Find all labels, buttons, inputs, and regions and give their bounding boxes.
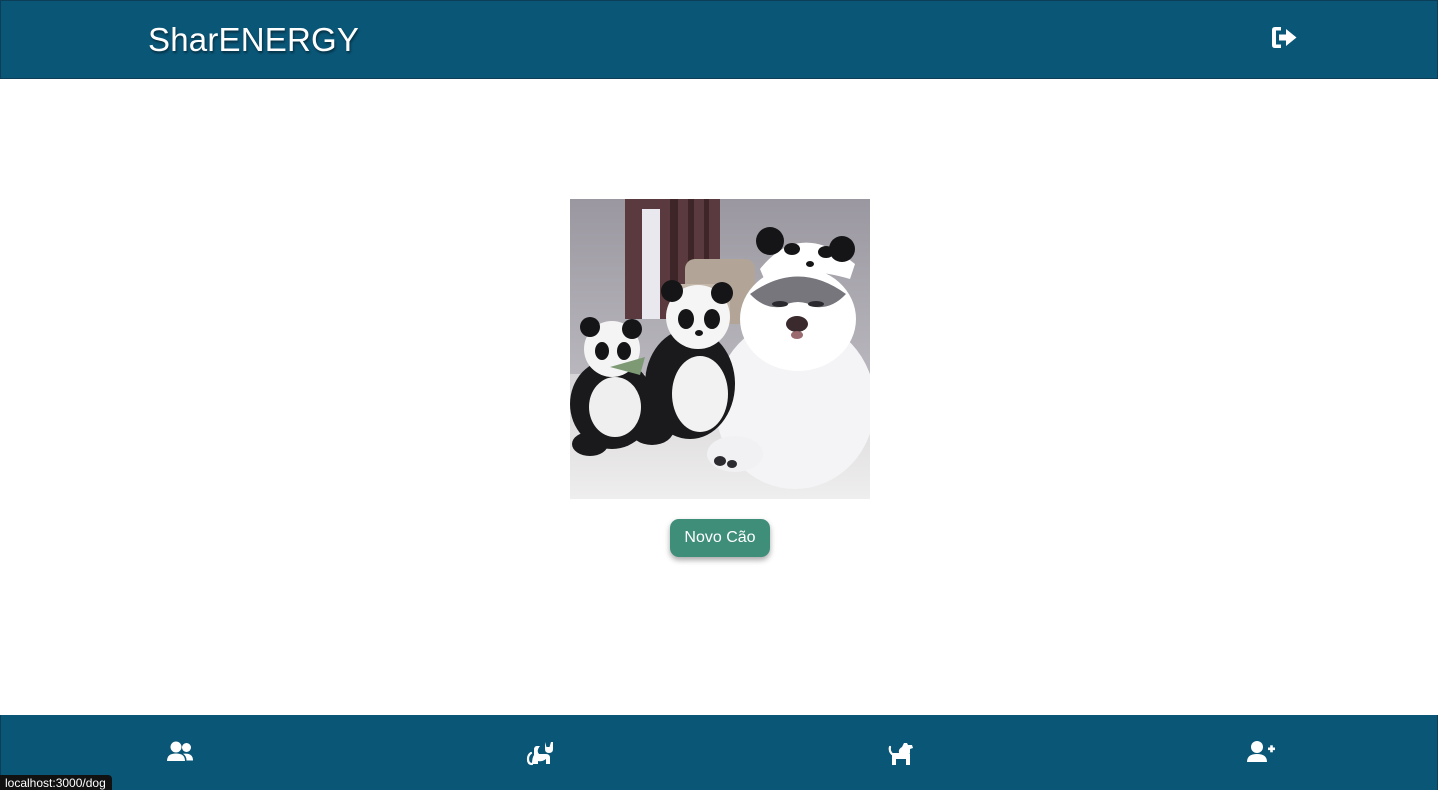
dog-icon[interactable] (887, 739, 917, 767)
main-content: Novo Cão (0, 79, 1438, 715)
app-title: SharENERGY (148, 21, 360, 58)
cat-icon[interactable] (526, 739, 556, 767)
users-icon[interactable] (166, 739, 196, 767)
user-plus-icon[interactable] (1246, 739, 1276, 767)
new-dog-button[interactable]: Novo Cão (670, 519, 770, 557)
bottom-navigation (0, 715, 1438, 790)
status-bar-url: localhost:3000/dog (0, 775, 112, 790)
dog-photo (570, 199, 870, 499)
top-app-bar: SharENERGY (0, 0, 1438, 79)
sign-out-icon[interactable] (1271, 25, 1298, 50)
